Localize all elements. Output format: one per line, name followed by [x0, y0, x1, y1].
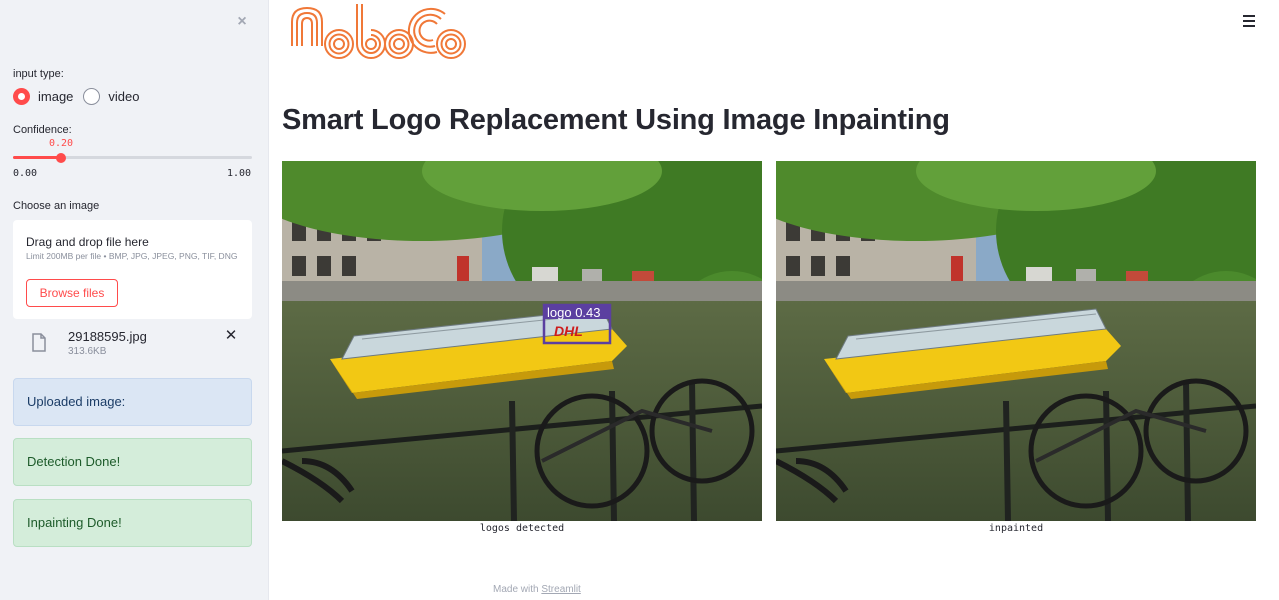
radio-selected-icon — [13, 87, 30, 105]
dropzone-limit: Limit 200MB per file • BMP, JPG, JPEG, P… — [26, 251, 238, 261]
inpainted-image — [776, 161, 1256, 521]
detection-done-alert: Detection Done! — [13, 438, 252, 486]
footer: Made with Streamlit — [493, 584, 581, 595]
file-dropzone[interactable]: Drag and drop file here Limit 200MB per … — [13, 220, 252, 319]
uploaded-image-alert: Uploaded image: — [13, 378, 252, 426]
inpainting-done-alert: Inpainting Done! — [13, 499, 252, 547]
page-title: Smart Logo Replacement Using Image Inpai… — [282, 104, 950, 136]
uploaded-file-item: 29188595.jpg 313.6KB ✕ — [13, 326, 252, 362]
file-icon — [32, 333, 46, 352]
confidence-max: 1.00 — [227, 168, 252, 179]
detected-image-caption: logos detected — [479, 523, 565, 534]
confidence-slider-fill — [13, 156, 61, 159]
detection-label: logo 0.43 — [547, 305, 601, 320]
radio-video[interactable]: video — [83, 87, 140, 105]
app-root: × input type: image video Confidence: 0.… — [0, 0, 1279, 600]
dropzone-title: Drag and drop file here — [26, 235, 149, 249]
confidence-label: Confidence: — [13, 124, 72, 136]
hamburger-menu-icon[interactable] — [1243, 15, 1257, 27]
boat-logo-text: DHL — [554, 323, 583, 339]
browse-files-button[interactable]: Browse files — [26, 279, 118, 307]
input-type-label: input type: — [13, 68, 64, 80]
radio-video-label: video — [108, 88, 140, 104]
footer-made-with: Made with — [493, 584, 539, 595]
sidebar: × input type: image video Confidence: 0.… — [0, 0, 269, 600]
radio-unselected-icon — [83, 87, 101, 105]
inpainted-image-caption: inpainted — [988, 523, 1044, 534]
nologo-logo — [291, 4, 466, 59]
confidence-min: 0.00 — [13, 168, 38, 179]
confidence-value: 0.20 — [49, 138, 74, 149]
remove-file-icon[interactable]: ✕ — [224, 328, 238, 343]
uploader-label: Choose an image — [13, 200, 100, 212]
radio-image-label: image — [38, 88, 74, 104]
confidence-slider[interactable] — [13, 152, 252, 163]
input-type-radio-group: image video — [13, 87, 150, 105]
radio-image[interactable]: image — [13, 87, 74, 105]
confidence-slider-thumb[interactable] — [55, 152, 66, 163]
detected-image: logo 0.43 DHL — [282, 161, 762, 521]
file-size: 313.6KB — [68, 346, 107, 357]
file-name: 29188595.jpg — [68, 329, 147, 344]
streamlit-link[interactable]: Streamlit — [541, 584, 580, 595]
close-sidebar-icon[interactable]: × — [234, 14, 250, 30]
